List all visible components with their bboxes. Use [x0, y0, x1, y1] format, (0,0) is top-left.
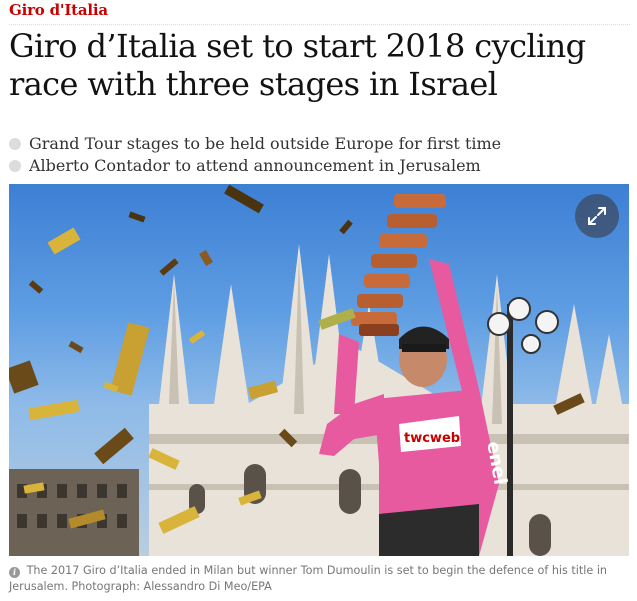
- bullet-icon: [9, 160, 21, 172]
- photo-illustration: twcweb enel: [9, 184, 629, 556]
- standfirst-item: Grand Tour stages to be held outside Eur…: [9, 133, 629, 155]
- building-left: [9, 469, 139, 556]
- divider: [9, 24, 630, 25]
- expand-arrows-icon: [588, 207, 606, 225]
- bullet-icon: [9, 138, 21, 150]
- caption-text: The 2017 Giro d’Italia ended in Milan bu…: [9, 564, 608, 593]
- expand-image-button[interactable]: [575, 194, 619, 238]
- standfirst-text: Alberto Contador to attend announcement …: [29, 156, 481, 175]
- standfirst-text: Grand Tour stages to be held outside Eur…: [29, 134, 502, 153]
- main-photo[interactable]: twcweb enel: [9, 184, 629, 556]
- standfirst-list: Grand Tour stages to be held outside Eur…: [9, 133, 629, 177]
- image-caption: i The 2017 Giro d’Italia ended in Milan …: [9, 563, 629, 595]
- headline: Giro d’Italia set to start 2018 cycling …: [9, 27, 586, 103]
- jersey-sponsor-text: twcweb: [404, 431, 460, 446]
- info-icon: i: [9, 567, 20, 578]
- standfirst-item: Alberto Contador to attend announcement …: [9, 155, 629, 177]
- section-link[interactable]: Giro d'Italia: [9, 1, 108, 19]
